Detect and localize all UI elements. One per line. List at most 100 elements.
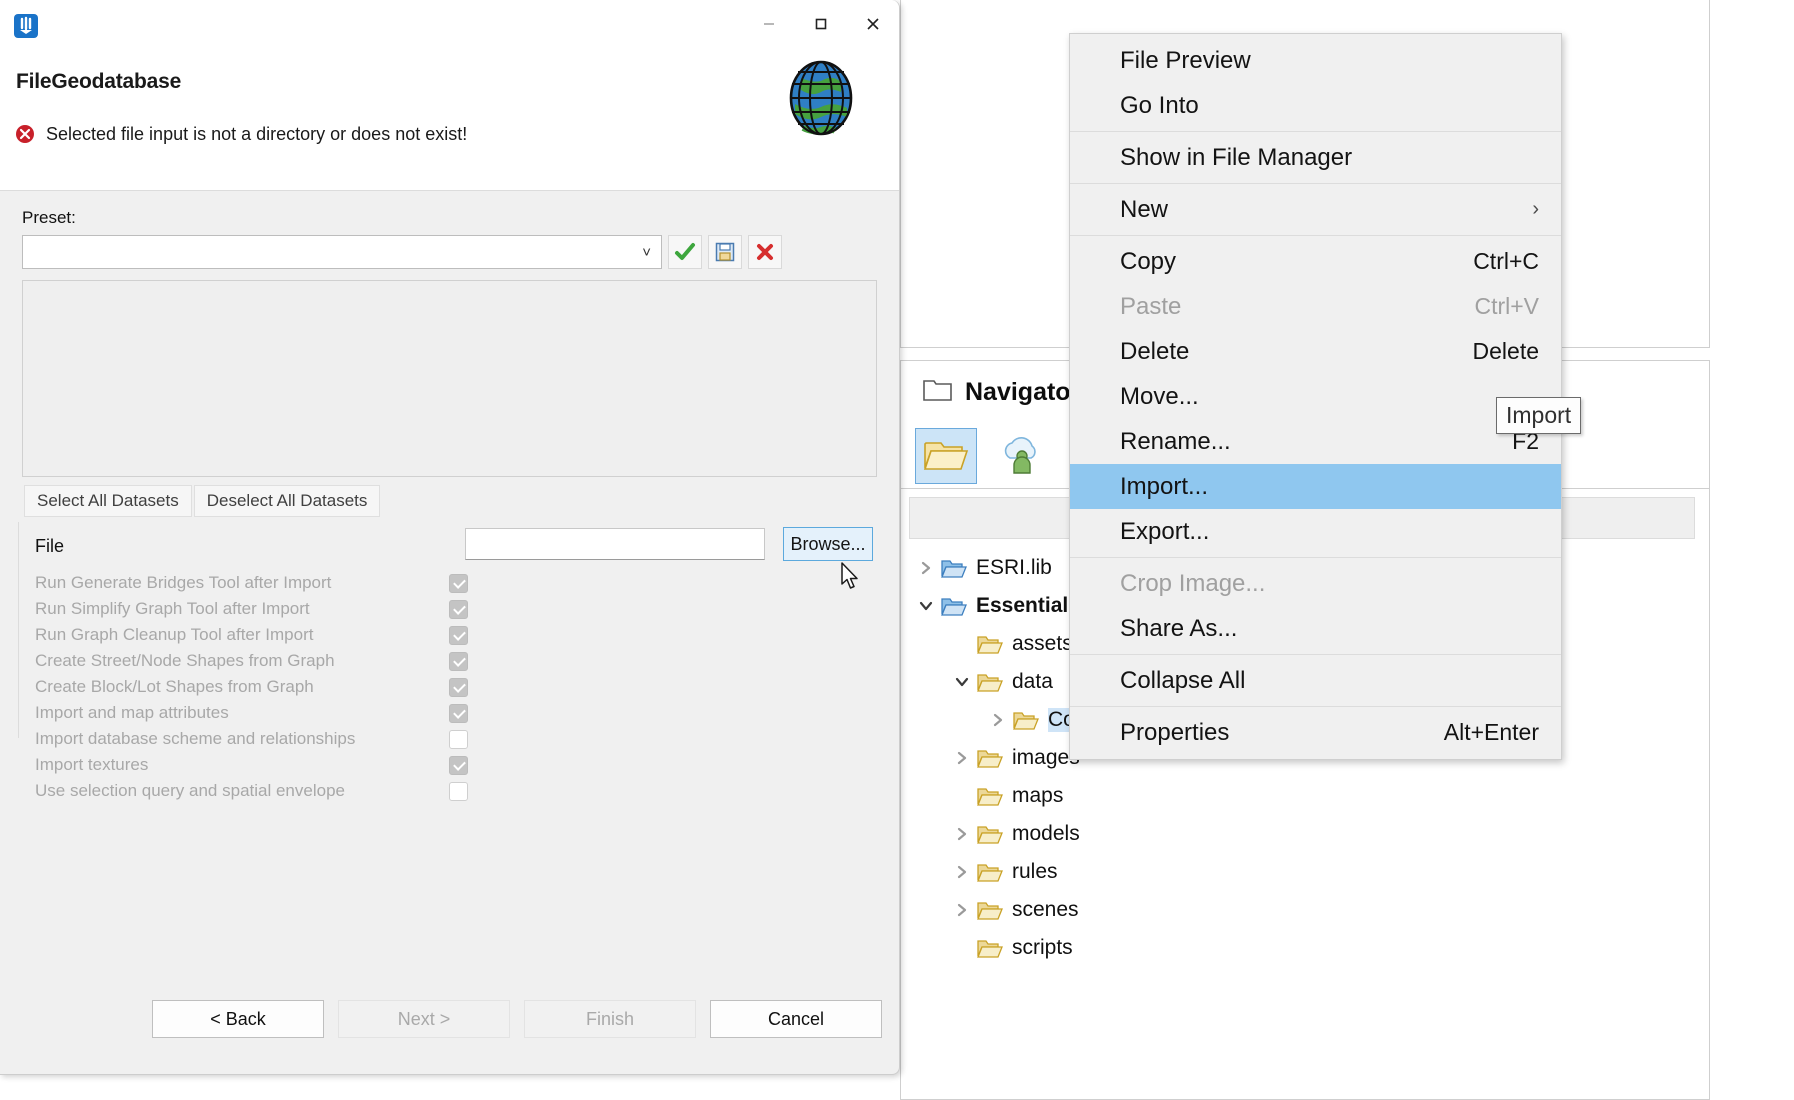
option-checkbox[interactable] — [449, 626, 468, 645]
menu-item-shareas[interactable]: Share As... — [1070, 606, 1561, 651]
option-checkbox[interactable] — [449, 756, 468, 775]
menu-item-cropimage: Crop Image... — [1070, 561, 1561, 606]
options-checklist: Run Generate Bridges Tool after ImportRu… — [35, 572, 865, 806]
deselect-all-datasets-button[interactable]: Deselect All Datasets — [194, 485, 381, 517]
chevron-down-icon[interactable] — [915, 595, 937, 617]
close-button[interactable] — [847, 0, 899, 48]
option-row: Create Block/Lot Shapes from Graph — [35, 676, 865, 702]
menu-item-label: Move... — [1120, 383, 1199, 411]
preset-row: ˅ — [22, 235, 782, 269]
dialog-body: Preset: ˅ — [0, 190, 899, 1074]
local-folder-tab[interactable] — [915, 428, 977, 484]
twisty-placeholder — [951, 785, 973, 807]
menu-item-rename[interactable]: Rename...F2 — [1070, 419, 1561, 464]
option-checkbox[interactable] — [449, 574, 468, 593]
folder-icon — [923, 378, 953, 407]
menu-item-showinfilemanager[interactable]: Show in File Manager — [1070, 135, 1561, 180]
menu-item-copy[interactable]: CopyCtrl+C — [1070, 239, 1561, 284]
menu-item-shortcut: Delete — [1473, 338, 1539, 365]
preset-delete-button[interactable] — [748, 235, 782, 269]
menu-item-label: Share As... — [1120, 615, 1237, 643]
chevron-right-icon[interactable] — [951, 899, 973, 921]
window-controls — [743, 0, 899, 48]
menu-item-delete[interactable]: Delete Delete — [1070, 329, 1561, 374]
cancel-button[interactable]: Cancel — [710, 1000, 882, 1038]
option-checkbox[interactable] — [449, 652, 468, 671]
menu-item-export[interactable]: Export... — [1070, 509, 1561, 554]
menu-separator — [1070, 557, 1561, 558]
datasets-listbox[interactable] — [22, 280, 877, 477]
tree-item[interactable]: maps — [901, 777, 1709, 815]
yellow-folder-icon — [977, 861, 1003, 883]
option-checkbox[interactable] — [449, 704, 468, 723]
dialog-header: FileGeodatabase Selected file input is n… — [0, 48, 899, 191]
dialog-footer: < Back Next > Finish Cancel — [0, 919, 899, 1074]
cloud-person-icon — [997, 436, 1047, 476]
menu-separator — [1070, 131, 1561, 132]
back-button[interactable]: < Back — [152, 1000, 324, 1038]
option-label: Create Street/Node Shapes from Graph — [35, 651, 335, 671]
menu-item-move[interactable]: Move... — [1070, 374, 1561, 419]
menu-item-paste: PasteCtrl+V — [1070, 284, 1561, 329]
minimize-button[interactable] — [743, 0, 795, 48]
preset-save-button[interactable] — [708, 235, 742, 269]
chevron-right-icon[interactable] — [915, 557, 937, 579]
yellow-folder-icon — [977, 899, 1003, 921]
menu-item-shortcut: Ctrl+V — [1474, 293, 1539, 320]
tree-item-label: data — [1012, 670, 1053, 694]
file-input[interactable] — [465, 528, 765, 560]
menu-item-label: Export... — [1120, 518, 1209, 546]
menu-item-properties[interactable]: PropertiesAlt+Enter — [1070, 710, 1561, 755]
menu-item-label: Copy — [1120, 248, 1176, 276]
file-row: File Browse... — [35, 528, 865, 564]
preset-apply-button[interactable] — [668, 235, 702, 269]
select-all-datasets-button[interactable]: Select All Datasets — [24, 485, 192, 517]
tree-item-label: ESRI.lib — [976, 556, 1052, 580]
menu-item-label: Delete — [1120, 338, 1189, 366]
option-checkbox[interactable] — [449, 782, 468, 801]
tree-item[interactable]: rules — [901, 853, 1709, 891]
chevron-right-icon[interactable] — [987, 709, 1009, 731]
option-row: Import and map attributes — [35, 702, 865, 728]
tree-item[interactable]: scenes — [901, 891, 1709, 929]
option-row: Run Generate Bridges Tool after Import — [35, 572, 865, 598]
option-row: Create Street/Node Shapes from Graph — [35, 650, 865, 676]
option-label: Import and map attributes — [35, 703, 229, 723]
maximize-button[interactable] — [795, 0, 847, 48]
menu-separator — [1070, 706, 1561, 707]
option-checkbox[interactable] — [449, 678, 468, 697]
chevron-down-icon[interactable] — [951, 671, 973, 693]
tree-item[interactable]: models — [901, 815, 1709, 853]
browse-button[interactable]: Browse... — [783, 527, 873, 561]
finish-button: Finish — [524, 1000, 696, 1038]
chevron-right-icon[interactable] — [951, 823, 973, 845]
import-tooltip: Import — [1496, 397, 1581, 434]
chevron-right-icon[interactable] — [951, 747, 973, 769]
dialog-titlebar — [0, 0, 899, 48]
menu-item-gointo[interactable]: Go Into — [1070, 83, 1561, 128]
tree-item[interactable]: scripts — [901, 929, 1709, 967]
import-options-panel: File Browse... Run Generate Bridges Tool… — [18, 522, 880, 738]
menu-item-filepreview[interactable]: File Preview — [1070, 38, 1561, 83]
option-checkbox[interactable] — [449, 600, 468, 619]
page-title: FileGeodatabase — [16, 70, 181, 94]
yellow-folder-icon — [977, 671, 1003, 693]
dataset-selection-buttons: Select All Datasets Deselect All Dataset… — [24, 485, 380, 517]
menu-separator — [1070, 183, 1561, 184]
yellow-folder-icon — [977, 785, 1003, 807]
navigator-title: Navigator — [965, 378, 1080, 407]
cloud-user-tab[interactable] — [991, 428, 1053, 484]
menu-item-import[interactable]: Import... — [1070, 464, 1561, 509]
preset-combobox[interactable]: ˅ — [22, 235, 662, 269]
tree-item-label: scenes — [1012, 898, 1079, 922]
option-row: Import textures — [35, 754, 865, 780]
next-button: Next > — [338, 1000, 510, 1038]
menu-separator — [1070, 235, 1561, 236]
option-row: Use selection query and spatial envelope — [35, 780, 865, 806]
menu-item-new[interactable]: New› — [1070, 187, 1561, 232]
yellow-folder-icon — [977, 633, 1003, 655]
option-checkbox[interactable] — [449, 730, 468, 749]
chevron-right-icon[interactable] — [951, 861, 973, 883]
globe-icon — [783, 56, 859, 136]
menu-item-collapseall[interactable]: Collapse All — [1070, 658, 1561, 703]
